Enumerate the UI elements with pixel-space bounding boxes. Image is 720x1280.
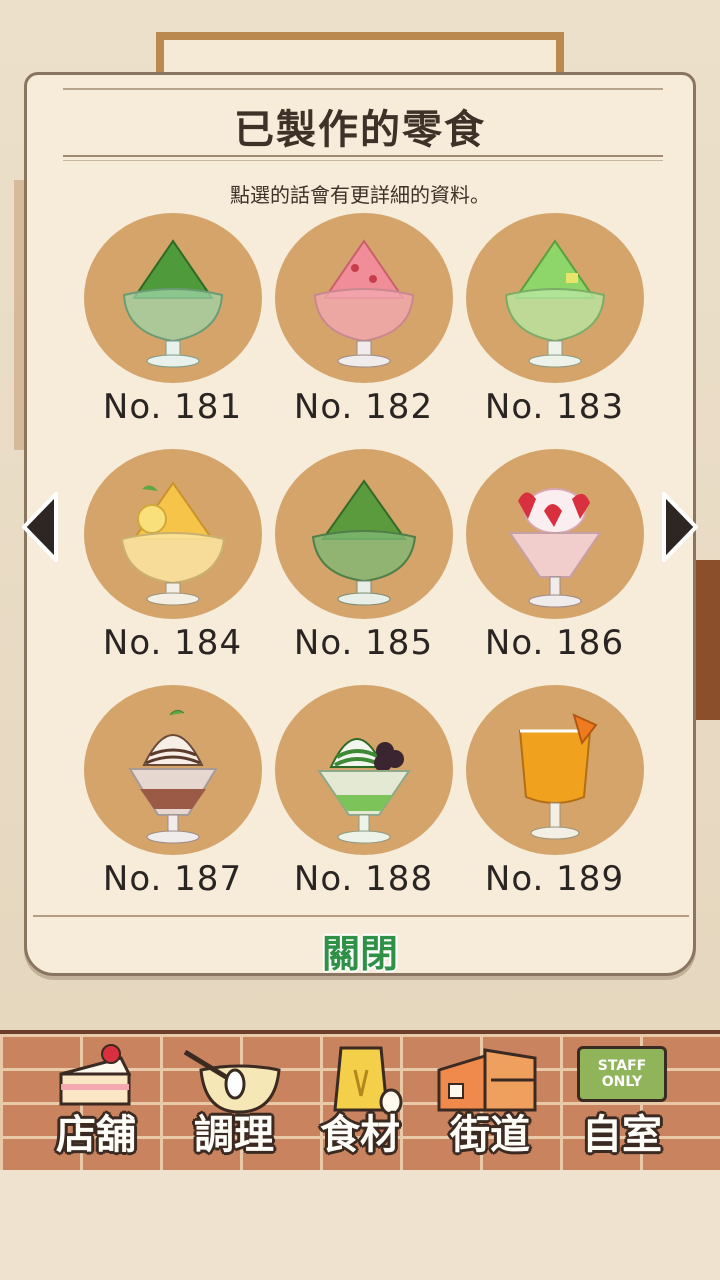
- snack-item[interactable]: No. 185: [268, 449, 459, 663]
- snack-item[interactable]: No. 182: [268, 213, 459, 427]
- nav-label: 自室: [582, 1112, 662, 1158]
- arrow-left-icon: [22, 492, 58, 562]
- lemon-shaved-ice-icon: [120, 481, 225, 606]
- nav-label: 調理: [194, 1112, 274, 1158]
- snack-grid: No. 181 No. 182 No. 183 No. 184 No. 185 …: [77, 213, 657, 899]
- snack-item[interactable]: No. 183: [459, 213, 650, 427]
- snack-number: No. 188: [293, 859, 434, 899]
- orange-juice-icon: [518, 713, 598, 840]
- uji-matcha-shaved-ice-icon: [311, 479, 416, 606]
- snack-thumbnail[interactable]: [83, 685, 262, 855]
- title-rule: [63, 88, 663, 91]
- snack-number: No. 182: [293, 387, 434, 427]
- staff-sign-text: STAFF ONLY: [597, 1058, 647, 1090]
- matcha-shaved-ice-icon: [122, 239, 223, 368]
- nav-label: 街道: [450, 1112, 530, 1158]
- strawberry-shaved-ice-icon: [313, 239, 414, 368]
- arrow-right-icon: [662, 492, 698, 562]
- snack-item[interactable]: No. 184: [77, 449, 268, 663]
- chocolate-parfait-icon: [127, 709, 218, 844]
- snack-item[interactable]: No. 181: [77, 213, 268, 427]
- strawberry-parfait-icon: [507, 488, 602, 608]
- melon-shaved-ice-icon: [504, 239, 605, 368]
- nav-label: 店舖: [56, 1112, 136, 1158]
- snack-number: No. 184: [102, 623, 243, 663]
- snack-thumbnail[interactable]: [274, 213, 453, 383]
- nav-label: 食材: [320, 1112, 400, 1158]
- snack-item[interactable]: No. 186: [459, 449, 650, 663]
- snack-thumbnail[interactable]: [83, 449, 262, 619]
- snack-item[interactable]: No. 188: [268, 685, 459, 899]
- nav-shop[interactable]: 店舖: [36, 1038, 156, 1166]
- dialog-subtitle: 點選的話會有更詳細的資料。: [230, 183, 490, 207]
- nav-street[interactable]: 街道: [430, 1038, 550, 1166]
- snack-thumbnail[interactable]: [465, 685, 644, 855]
- nav-room[interactable]: STAFF ONLY 自室: [562, 1038, 682, 1166]
- snack-number: No. 183: [484, 387, 625, 427]
- snack-item[interactable]: No. 189: [459, 685, 650, 899]
- snack-thumbnail[interactable]: [274, 449, 453, 619]
- snack-thumbnail[interactable]: [465, 449, 644, 619]
- prev-page-button[interactable]: [20, 490, 60, 564]
- snack-thumbnail[interactable]: [274, 685, 453, 855]
- background-decoration: [694, 560, 720, 720]
- close-button[interactable]: 關閉: [27, 923, 693, 978]
- snack-number: No. 185: [293, 623, 434, 663]
- nav-cooking[interactable]: 調理: [174, 1038, 294, 1166]
- snack-number: No. 187: [102, 859, 243, 899]
- snack-thumbnail[interactable]: [83, 213, 262, 383]
- snack-collection-dialog: 已製作的零食 點選的話會有更詳細的資料。 No. 181 No. 182 No.…: [24, 72, 696, 976]
- dialog-title: 已製作的零食: [234, 106, 486, 153]
- matcha-anmitsu-parfait-icon: [316, 738, 411, 844]
- snack-number: No. 189: [484, 859, 625, 899]
- snack-number: No. 186: [484, 623, 625, 663]
- bottom-blank-area: [0, 1170, 720, 1280]
- staff-only-sign-icon: STAFF ONLY: [577, 1046, 667, 1102]
- snack-thumbnail[interactable]: [465, 213, 644, 383]
- next-page-button[interactable]: [660, 490, 700, 564]
- nav-ingredients[interactable]: 食材: [300, 1038, 420, 1166]
- snack-item[interactable]: No. 187: [77, 685, 268, 899]
- cake-icon: [59, 1044, 132, 1106]
- title-rule: [63, 155, 663, 161]
- snack-number: No. 181: [102, 387, 243, 427]
